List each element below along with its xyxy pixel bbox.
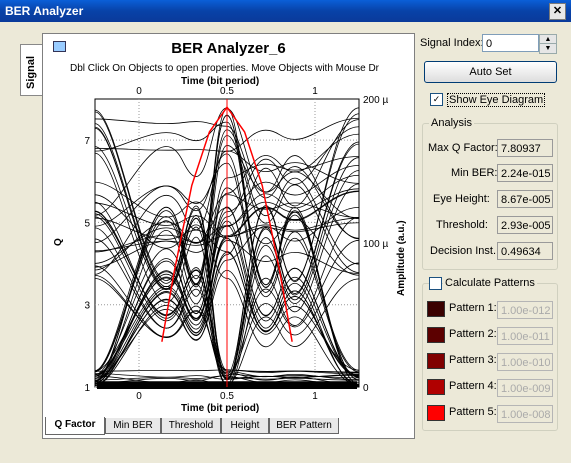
threshold-label: Threshold: <box>436 219 488 231</box>
tab-height[interactable]: Height <box>221 418 269 434</box>
plot-panel[interactable]: BER Analyzer_6 Dbl Click On Objects to o… <box>42 33 415 439</box>
tab-threshold[interactable]: Threshold <box>161 418 221 434</box>
signal-index-input[interactable]: 0 <box>482 34 539 52</box>
calculate-patterns-label: Calculate Patterns <box>443 277 537 289</box>
pattern-color-swatch[interactable] <box>427 301 445 317</box>
pattern-value-input[interactable]: 1.00e-010 <box>497 353 553 371</box>
pattern-label: Pattern 5: <box>449 406 497 418</box>
eye-diagram-chart[interactable]: 0 0 0.5 0.5 1 1 1 3 5 7 0 100 µ 200 µ <box>43 34 414 416</box>
eye-height-label: Eye Height: <box>433 193 490 205</box>
x-tick-top-label: 0.5 <box>220 86 234 97</box>
max-q-factor-label: Max Q Factor: <box>428 142 498 154</box>
amplitude-tick-label: 200 µ <box>363 95 388 106</box>
x-tick-top-label: 1 <box>312 86 318 97</box>
signal-index-label: Signal Index: <box>420 37 484 49</box>
close-icon[interactable]: ✕ <box>549 3 566 20</box>
window-title: BER Analyzer <box>5 4 84 18</box>
spin-down-icon[interactable]: ▼ <box>539 43 557 54</box>
tab-signal-label: Signal <box>25 55 37 89</box>
pattern-label: Pattern 1: <box>449 302 497 314</box>
x-tick-bottom-label: 0 <box>136 391 142 402</box>
q-tick-label: 7 <box>84 136 90 147</box>
q-tick-label: 1 <box>84 383 90 394</box>
pattern-value-input[interactable]: 1.00e-008 <box>497 405 553 423</box>
show-eye-diagram-label: Show Eye Diagram <box>447 93 546 107</box>
amplitude-tick-label: 0 <box>363 383 369 394</box>
analysis-title: Analysis <box>429 117 474 129</box>
pattern-color-swatch[interactable] <box>427 327 445 343</box>
tab-q-factor[interactable]: Q Factor <box>45 417 105 435</box>
threshold-value: 2.93e-005 <box>497 216 553 234</box>
pattern-color-swatch[interactable] <box>427 353 445 369</box>
pattern-value-input[interactable]: 1.00e-011 <box>497 327 553 345</box>
decision-inst-value: 0.49634 <box>497 242 553 260</box>
eye-height-value: 8.67e-005 <box>497 190 553 208</box>
pattern-label: Pattern 4: <box>449 380 497 392</box>
pattern-color-swatch[interactable] <box>427 379 445 395</box>
tab-signal[interactable]: Signal <box>20 44 43 96</box>
min-ber-label: Min BER: <box>451 167 498 179</box>
q-tick-label: 5 <box>84 218 90 229</box>
amplitude-tick-label: 100 µ <box>363 239 388 250</box>
show-eye-diagram-checkbox[interactable]: ✓ <box>430 93 443 106</box>
bottom-tab-bar: Q Factor Min BER Threshold Height BER Pa… <box>43 416 414 436</box>
max-q-factor-value: 7.80937 <box>497 139 553 157</box>
pattern-label: Pattern 3: <box>449 354 497 366</box>
x-tick-bottom-label: 1 <box>312 391 318 402</box>
tab-ber-pattern[interactable]: BER Pattern <box>269 418 339 434</box>
pattern-color-swatch[interactable] <box>427 405 445 421</box>
x-tick-bottom-label: 0.5 <box>220 391 234 402</box>
pattern-label: Pattern 2: <box>449 328 497 340</box>
title-bar: BER Analyzer ✕ <box>0 0 571 22</box>
min-ber-value: 2.24e-015 <box>497 164 553 182</box>
calculate-patterns-checkbox[interactable] <box>429 277 442 290</box>
q-tick-label: 3 <box>84 301 90 312</box>
tab-min-ber[interactable]: Min BER <box>105 418 161 434</box>
pattern-value-input[interactable]: 1.00e-009 <box>497 379 553 397</box>
decision-inst-label: Decision Inst.: <box>430 245 500 257</box>
pattern-value-input[interactable]: 1.00e-012 <box>497 301 553 319</box>
auto-set-button[interactable]: Auto Set <box>424 61 557 83</box>
x-tick-top-label: 0 <box>136 86 142 97</box>
